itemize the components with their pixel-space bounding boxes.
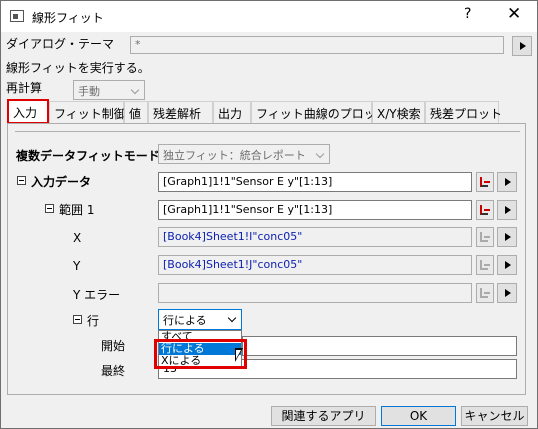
recalc-label: 再計算 <box>6 81 43 95</box>
dialog-theme-label: ダイアログ・テーマ <box>6 37 115 51</box>
chevron-down-icon <box>227 313 237 323</box>
start-label: 開始 <box>101 339 126 353</box>
input-data-menu-button[interactable] <box>497 172 517 192</box>
y-label: Y <box>73 259 81 273</box>
recalc-select[interactable]: 手動 <box>73 80 145 100</box>
select-from-graph-icon[interactable] <box>476 200 494 220</box>
tab-output[interactable]: 出力 <box>213 101 251 123</box>
highlight-box <box>154 339 247 369</box>
tab-input[interactable]: 入力 <box>7 99 49 124</box>
y-menu-button[interactable] <box>497 255 517 275</box>
row-select-value: 行による <box>163 314 207 327</box>
help-button[interactable]: ? <box>464 6 471 22</box>
chevron-down-icon <box>315 149 325 159</box>
mouse-cursor-icon <box>235 348 243 362</box>
close-button[interactable]: ✕ <box>507 4 521 24</box>
dialog-theme-field[interactable]: * <box>130 36 504 54</box>
description-text: 線形フィットを実行する。 <box>6 61 150 75</box>
select-from-graph-icon[interactable] <box>476 172 494 192</box>
select-column-icon[interactable] <box>476 255 494 275</box>
collapse-icon[interactable] <box>73 315 82 324</box>
y-error-field[interactable] <box>158 283 472 303</box>
range-field[interactable]: [Graph1]1!1"Sensor E y"[1:13] <box>158 200 472 220</box>
ok-button[interactable]: OK <box>381 406 456 426</box>
chevron-down-icon <box>130 85 140 95</box>
range-menu-button[interactable] <box>497 200 517 220</box>
y-field[interactable]: [Book4]Sheet1!J"conc05" <box>158 255 472 275</box>
multi-fit-mode-select[interactable]: 独立フィット：統合レポート <box>158 144 330 164</box>
row-select[interactable]: 行による <box>158 309 242 330</box>
input-data-field[interactable]: [Graph1]1!1"Sensor E y"[1:13] <box>158 172 472 192</box>
x-label: X <box>73 231 82 245</box>
recalc-value: 手動 <box>78 85 100 98</box>
tab-residual-plot[interactable]: 残差プロット <box>425 101 502 123</box>
tab-values[interactable]: 値 <box>124 101 148 123</box>
x-menu-button[interactable] <box>497 227 517 247</box>
range-label: 範囲 1 <box>59 203 95 217</box>
select-column-icon[interactable] <box>476 283 494 303</box>
collapse-icon[interactable] <box>17 176 26 185</box>
input-data-label: 入力データ <box>31 175 92 189</box>
app-icon <box>10 10 24 22</box>
tab-fit-curve-plot[interactable]: フィット曲線のプロット <box>251 101 388 123</box>
y-error-label: Y エラー <box>73 288 121 302</box>
related-apps-button[interactable]: 関連するアプリ <box>271 406 376 426</box>
tab-xy-lookup[interactable]: X/Y検索 <box>372 101 425 123</box>
divider <box>15 131 520 132</box>
y-error-menu-button[interactable] <box>497 283 517 303</box>
tab-residual-analysis[interactable]: 残差解析 <box>148 101 213 123</box>
collapse-icon[interactable] <box>45 204 54 213</box>
dialog-window: 線形フィット ? ✕ ダイアログ・テーマ * 線形フィットを実行する。 再計算 … <box>0 0 538 429</box>
multi-fit-mode-value: 独立フィット：統合レポート <box>163 149 306 162</box>
select-column-icon[interactable] <box>476 227 494 247</box>
window-title: 線形フィット <box>32 11 104 25</box>
x-field[interactable]: [Book4]Sheet1!I"conc05" <box>158 227 472 247</box>
multi-fit-mode-label: 複数データフィットモード <box>16 149 160 163</box>
start-field[interactable] <box>242 336 517 356</box>
dialog-theme-menu-button[interactable] <box>512 36 532 56</box>
end-label: 最終 <box>101 364 126 378</box>
tab-fit-control[interactable]: フィット制御 <box>49 101 126 123</box>
cancel-button[interactable]: キャンセル <box>461 406 528 426</box>
title-bar: 線形フィット ? ✕ <box>1 1 537 32</box>
row-label: 行 <box>87 314 100 328</box>
